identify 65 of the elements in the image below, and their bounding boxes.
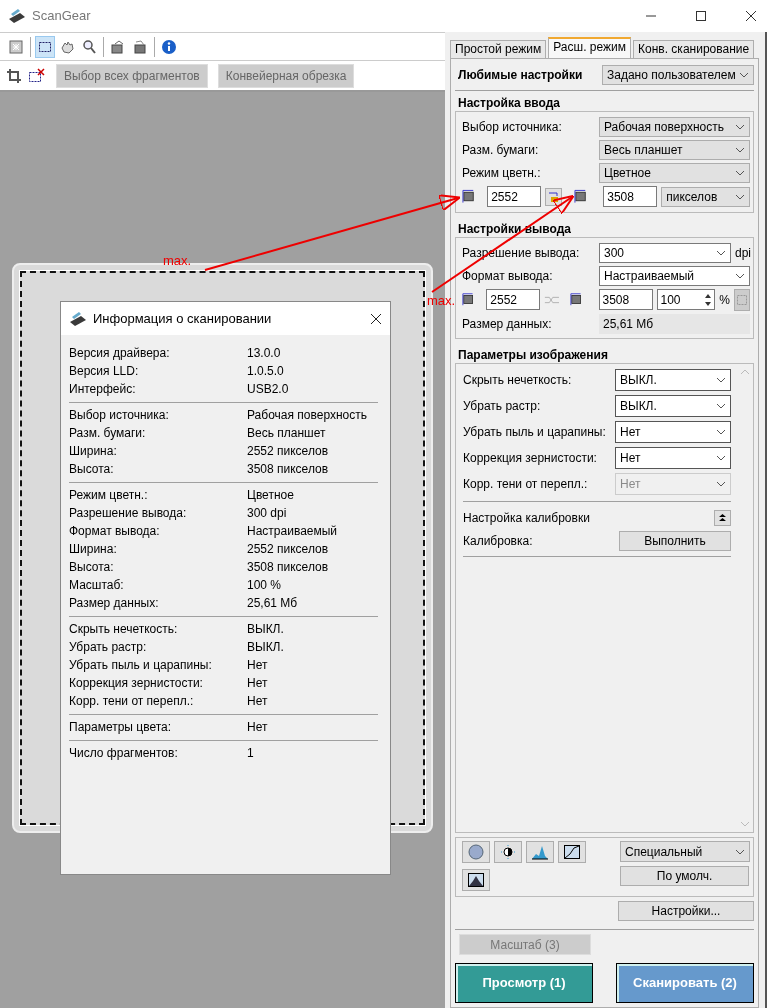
info-label: Убрать пыль и царапины:	[69, 657, 213, 674]
info-label: Корр. тени от перепл.:	[69, 693, 195, 710]
field-label: Настройка калибровки	[463, 509, 591, 527]
info-value: Нет	[247, 719, 268, 736]
info-value: 1	[247, 745, 254, 762]
info-value: 25,61 Мб	[247, 595, 298, 612]
field-label: Формат вывода:	[462, 267, 554, 285]
info-label: Скрыть нечеткость:	[69, 621, 179, 638]
info-value: Рабочая поверхность	[247, 407, 367, 424]
info-label: Коррекция зернистости:	[69, 675, 204, 692]
info-label: Версия драйвера:	[69, 345, 171, 362]
info-label: Параметры цвета:	[69, 719, 173, 736]
info-label: Высота:	[69, 559, 115, 576]
info-label: Выбор источника:	[69, 407, 170, 424]
info-label: Разрешение вывода:	[69, 505, 188, 522]
info-value: Нет	[247, 693, 268, 710]
field-label: Скрыть нечеткость:	[463, 372, 573, 389]
annotation-label: max.	[427, 292, 456, 310]
info-value: 13.0.0	[247, 345, 281, 362]
favorites-label: Любимые настройки	[458, 66, 584, 84]
info-value: ВЫКЛ.	[247, 621, 284, 638]
info-value: 100 %	[247, 577, 282, 594]
info-label: Интерфейс:	[69, 381, 137, 398]
info-label: Высота:	[69, 461, 115, 478]
annotation-label: max.	[163, 252, 192, 270]
info-value: 2552 пикселов	[247, 443, 329, 460]
info-value: 2552 пикселов	[247, 541, 329, 558]
info-label: Убрать растр:	[69, 639, 148, 656]
field-label: Калибровка:	[463, 532, 534, 550]
info-label: Формат вывода:	[69, 523, 161, 540]
info-label: Разм. бумаги:	[69, 425, 147, 442]
info-value: 1.0.5.0	[247, 363, 284, 380]
info-value: 3508 пикселов	[247, 461, 329, 478]
field-label: Коррекция зернистости:	[463, 450, 598, 467]
info-value: Нет	[247, 675, 268, 692]
info-value: USB2.0	[247, 381, 289, 398]
unit-label: %	[719, 291, 730, 309]
data-size-field: 25,61 Мб	[599, 313, 750, 334]
info-value: 300 dpi	[247, 505, 287, 522]
field-label: Убрать растр:	[463, 398, 542, 415]
field-label: Выбор источника:	[462, 118, 563, 136]
dialog-title: Информация о сканировании	[93, 309, 272, 328]
info-label: Ширина:	[69, 541, 118, 558]
section-heading: Настройки вывода	[458, 221, 572, 237]
info-value: ВЫКЛ.	[247, 639, 284, 656]
info-label: Версия LLD:	[69, 363, 140, 380]
field-label: Режим цветн.:	[462, 164, 542, 182]
unit-label: dpi	[735, 244, 750, 262]
info-label: Ширина:	[69, 443, 118, 460]
info-value: Нет	[247, 657, 268, 674]
info-value: Цветное	[247, 487, 294, 504]
info-label: Размер данных:	[69, 595, 160, 612]
window-title: ScanGear	[32, 7, 91, 26]
section-heading: Настройка ввода	[458, 95, 561, 111]
info-value: Настраиваемый	[247, 523, 338, 540]
field-label: Размер данных:	[462, 315, 553, 333]
field-label: Разм. бумаги:	[462, 141, 540, 159]
field-label: Убрать пыль и царапины:	[463, 424, 607, 441]
section-heading: Параметры изображения	[458, 347, 609, 363]
info-label: Число фрагментов:	[69, 745, 179, 762]
info-label: Режим цветн.:	[69, 487, 149, 504]
info-value: Весь планшет	[247, 425, 326, 442]
info-label: Масштаб:	[69, 577, 125, 594]
info-value: 3508 пикселов	[247, 559, 329, 576]
field-label: Корр. тени от перепл.:	[463, 476, 589, 493]
